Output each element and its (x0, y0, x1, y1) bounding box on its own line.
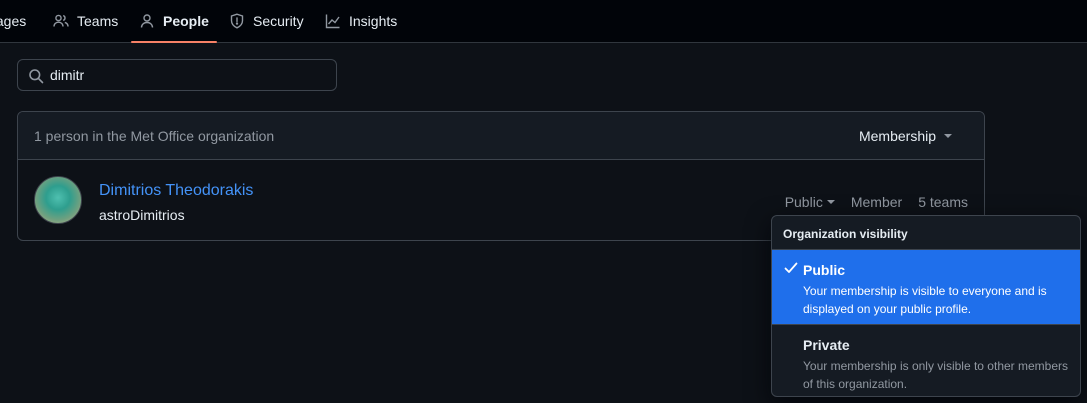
members-list-header: 1 person in the Met Office organization … (18, 112, 984, 160)
nav-teams[interactable]: Teams (53, 0, 118, 42)
person-icon (140, 14, 154, 28)
chevron-down-icon (826, 200, 835, 204)
search-icon (29, 69, 44, 84)
visibility-label: Public (784, 194, 823, 210)
member-search[interactable] (17, 59, 337, 91)
people-icon (53, 14, 69, 27)
member-role[interactable]: Member (851, 194, 902, 210)
check-icon (784, 262, 798, 273)
member-count: 1 person in the Met Office organization (34, 128, 275, 144)
visibility-menu: Organization visibility Public Your memb… (771, 215, 1081, 397)
shield-icon (230, 13, 244, 29)
member-teams-link[interactable]: 5 teams (918, 194, 968, 210)
chevron-down-icon (944, 134, 952, 138)
search-input[interactable] (50, 60, 330, 90)
nav-packages[interactable]: tages (0, 0, 26, 42)
nav-insights-label: Insights (349, 13, 398, 29)
visibility-option-private[interactable]: Private Your membership is only visible … (772, 324, 1080, 396)
membership-filter-button[interactable]: Membership (859, 128, 952, 144)
visibility-menu-title: Organization visibility (772, 216, 1080, 250)
nav-security[interactable]: Security (229, 0, 304, 42)
member-meta: Public Member 5 teams (785, 194, 968, 210)
graph-icon (325, 14, 340, 29)
visibility-option-description: Your membership is only visible to other… (803, 359, 1069, 391)
visibility-option-label: Public (803, 262, 846, 278)
nav-teams-label: Teams (77, 13, 119, 29)
visibility-dropdown-button[interactable]: Public (785, 194, 835, 210)
avatar[interactable] (34, 176, 82, 224)
visibility-option-public[interactable]: Public Your membership is visible to eve… (772, 250, 1080, 324)
visibility-option-label: Private (803, 337, 850, 353)
member-login: astroDimitrios (99, 207, 185, 223)
visibility-option-description: Your membership is visible to everyone a… (803, 284, 1047, 316)
nav-people-label: People (163, 13, 209, 29)
org-nav: tages Teams People Security Insights (0, 0, 1087, 43)
nav-security-label: Security (253, 13, 304, 29)
nav-insights[interactable]: Insights (325, 0, 397, 42)
nav-packages-label: tages (0, 13, 27, 29)
nav-people[interactable]: People (131, 0, 217, 43)
member-name-link[interactable]: Dimitrios Theodorakis (99, 182, 253, 200)
membership-filter-label: Membership (858, 128, 936, 144)
